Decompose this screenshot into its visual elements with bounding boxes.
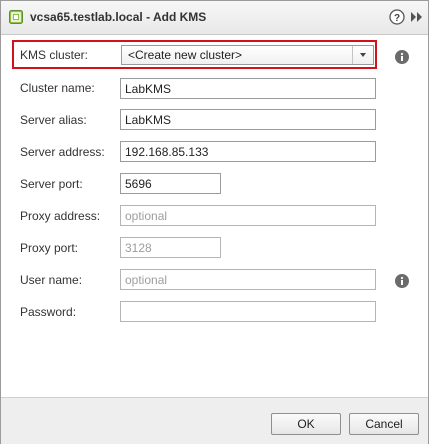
server-port-label: Server port: [20, 177, 83, 191]
password-label: Password: [20, 305, 77, 319]
user-name-input [120, 269, 376, 290]
info-icon[interactable] [395, 50, 409, 64]
help-icon[interactable]: ? [389, 9, 405, 25]
ok-button[interactable]: OK [271, 413, 341, 435]
expand-icon[interactable] [410, 11, 424, 23]
server-address-label: Server address: [20, 145, 105, 159]
server-alias-label: Server alias: [20, 113, 87, 127]
cluster-name-label: Cluster name: [20, 81, 95, 95]
svg-text:?: ? [394, 13, 400, 24]
proxy-address-label: Proxy address: [20, 209, 101, 223]
kms-cluster-select[interactable]: <Create new cluster> [121, 45, 374, 65]
dialog-title: vcsa65.testlab.local - Add KMS [30, 10, 207, 24]
chevron-down-icon[interactable] [352, 46, 373, 64]
server-address-input[interactable] [120, 141, 376, 162]
vsphere-icon [9, 10, 23, 24]
password-input [120, 301, 376, 322]
cancel-button[interactable]: Cancel [349, 413, 419, 435]
add-kms-dialog: vcsa65.testlab.local - Add KMS ? KMS clu… [0, 0, 429, 444]
proxy-port-input [120, 237, 221, 258]
dialog-titlebar: vcsa65.testlab.local - Add KMS ? [1, 1, 428, 35]
info-icon[interactable] [395, 274, 409, 288]
user-name-label: User name: [20, 273, 83, 287]
kms-cluster-selected-value: <Create new cluster> [128, 48, 243, 62]
server-alias-input[interactable] [120, 109, 376, 130]
kms-cluster-label: KMS cluster: [20, 48, 89, 62]
server-port-input[interactable] [120, 173, 221, 194]
proxy-port-label: Proxy port: [20, 241, 79, 255]
cluster-name-input[interactable] [120, 78, 376, 99]
proxy-address-input [120, 205, 376, 226]
dialog-footer: OK Cancel [1, 397, 428, 444]
